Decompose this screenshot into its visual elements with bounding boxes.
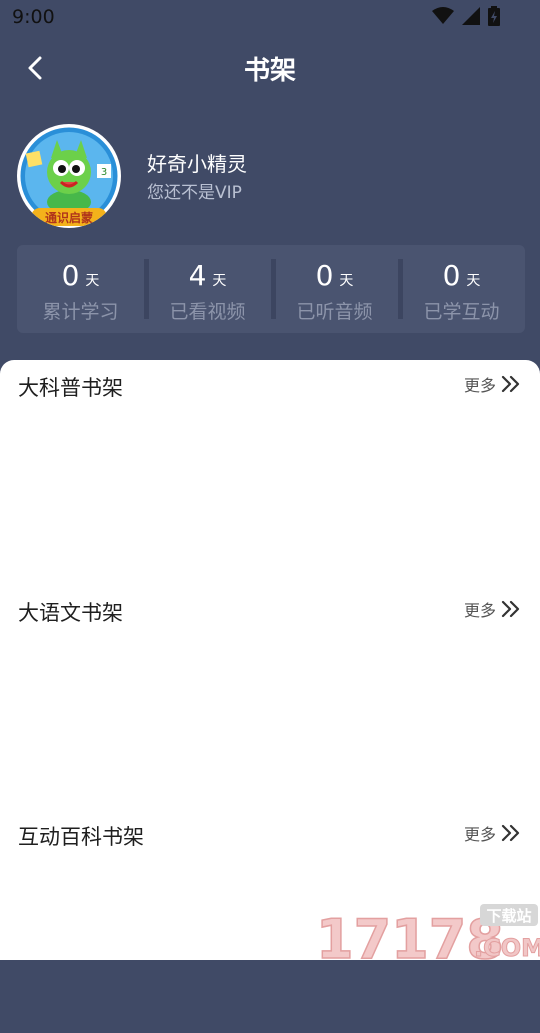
profile-card: 3 通识启蒙 好奇小精灵 您还不是VIP — [17, 124, 523, 234]
signal-icon — [462, 7, 480, 25]
watermark-suffix: .COM — [474, 934, 540, 960]
avatar-badge-text: 通识启蒙 — [45, 210, 93, 225]
status-bar: 9:00 — [0, 0, 540, 36]
more-label: 更多 — [463, 376, 496, 395]
stat-value: 0 — [442, 259, 461, 292]
shelf-chinese: 大语文书架 更多 — [0, 585, 540, 809]
shelf-title: 大科普书架 — [18, 376, 123, 400]
more-label: 更多 — [463, 825, 496, 844]
mascot-avatar-image: 3 通识启蒙 — [17, 124, 121, 228]
stat-value: 0 — [61, 259, 80, 292]
stat-total-study: 0天 累计学习 — [17, 245, 144, 333]
more-button[interactable]: 更多 — [464, 821, 522, 845]
bookshelf-panel: 大科普书架 更多 大语文书架 更多 互动百科书架 更多 — [0, 360, 540, 960]
wifi-icon — [432, 7, 454, 24]
stat-audio-listened: 0天 已听音频 — [271, 245, 398, 333]
double-chevron-right-icon — [501, 824, 520, 842]
stat-label: 已听音频 — [296, 301, 373, 323]
svg-text:3: 3 — [101, 167, 107, 178]
double-chevron-right-icon — [501, 600, 520, 618]
stat-videos-watched: 4天 已看视频 — [144, 245, 271, 333]
more-label: 更多 — [463, 601, 496, 620]
more-button[interactable]: 更多 — [464, 372, 522, 396]
page-title: 书架 — [243, 56, 296, 86]
stat-label: 已学互动 — [423, 301, 500, 323]
shelf-title: 互动百科书架 — [18, 825, 144, 849]
status-time: 9:00 — [12, 6, 55, 28]
shelf-title: 大语文书架 — [18, 601, 123, 625]
vip-status[interactable]: 您还不是VIP — [147, 178, 242, 203]
stat-unit: 天 — [85, 273, 100, 289]
learning-stats: 0天 累计学习 4天 已看视频 0天 已听音频 0天 已学互动 — [17, 245, 525, 333]
watermark-logo: 17178 下载站 .COM — [315, 904, 540, 972]
stat-unit: 天 — [212, 273, 227, 289]
top-bar: 书架 — [0, 36, 540, 100]
stat-unit: 天 — [466, 273, 481, 289]
status-icons — [432, 6, 500, 26]
site-watermark: 17178 下载站 .COM — [315, 900, 540, 972]
shelf-science: 大科普书架 更多 — [0, 360, 540, 584]
user-name: 好奇小精灵 — [147, 152, 247, 176]
stat-value: 4 — [188, 259, 207, 292]
stat-interactive-learned: 0天 已学互动 — [398, 245, 525, 333]
watermark-tag: 下载站 — [486, 907, 531, 925]
stat-unit: 天 — [339, 273, 354, 289]
avatar[interactable]: 3 通识启蒙 — [17, 124, 121, 228]
more-button[interactable]: 更多 — [464, 597, 522, 621]
stat-label: 已看视频 — [169, 301, 246, 323]
battery-icon — [488, 6, 500, 26]
double-chevron-right-icon — [501, 375, 520, 393]
stat-label: 累计学习 — [42, 301, 119, 323]
stat-value: 0 — [315, 259, 334, 292]
